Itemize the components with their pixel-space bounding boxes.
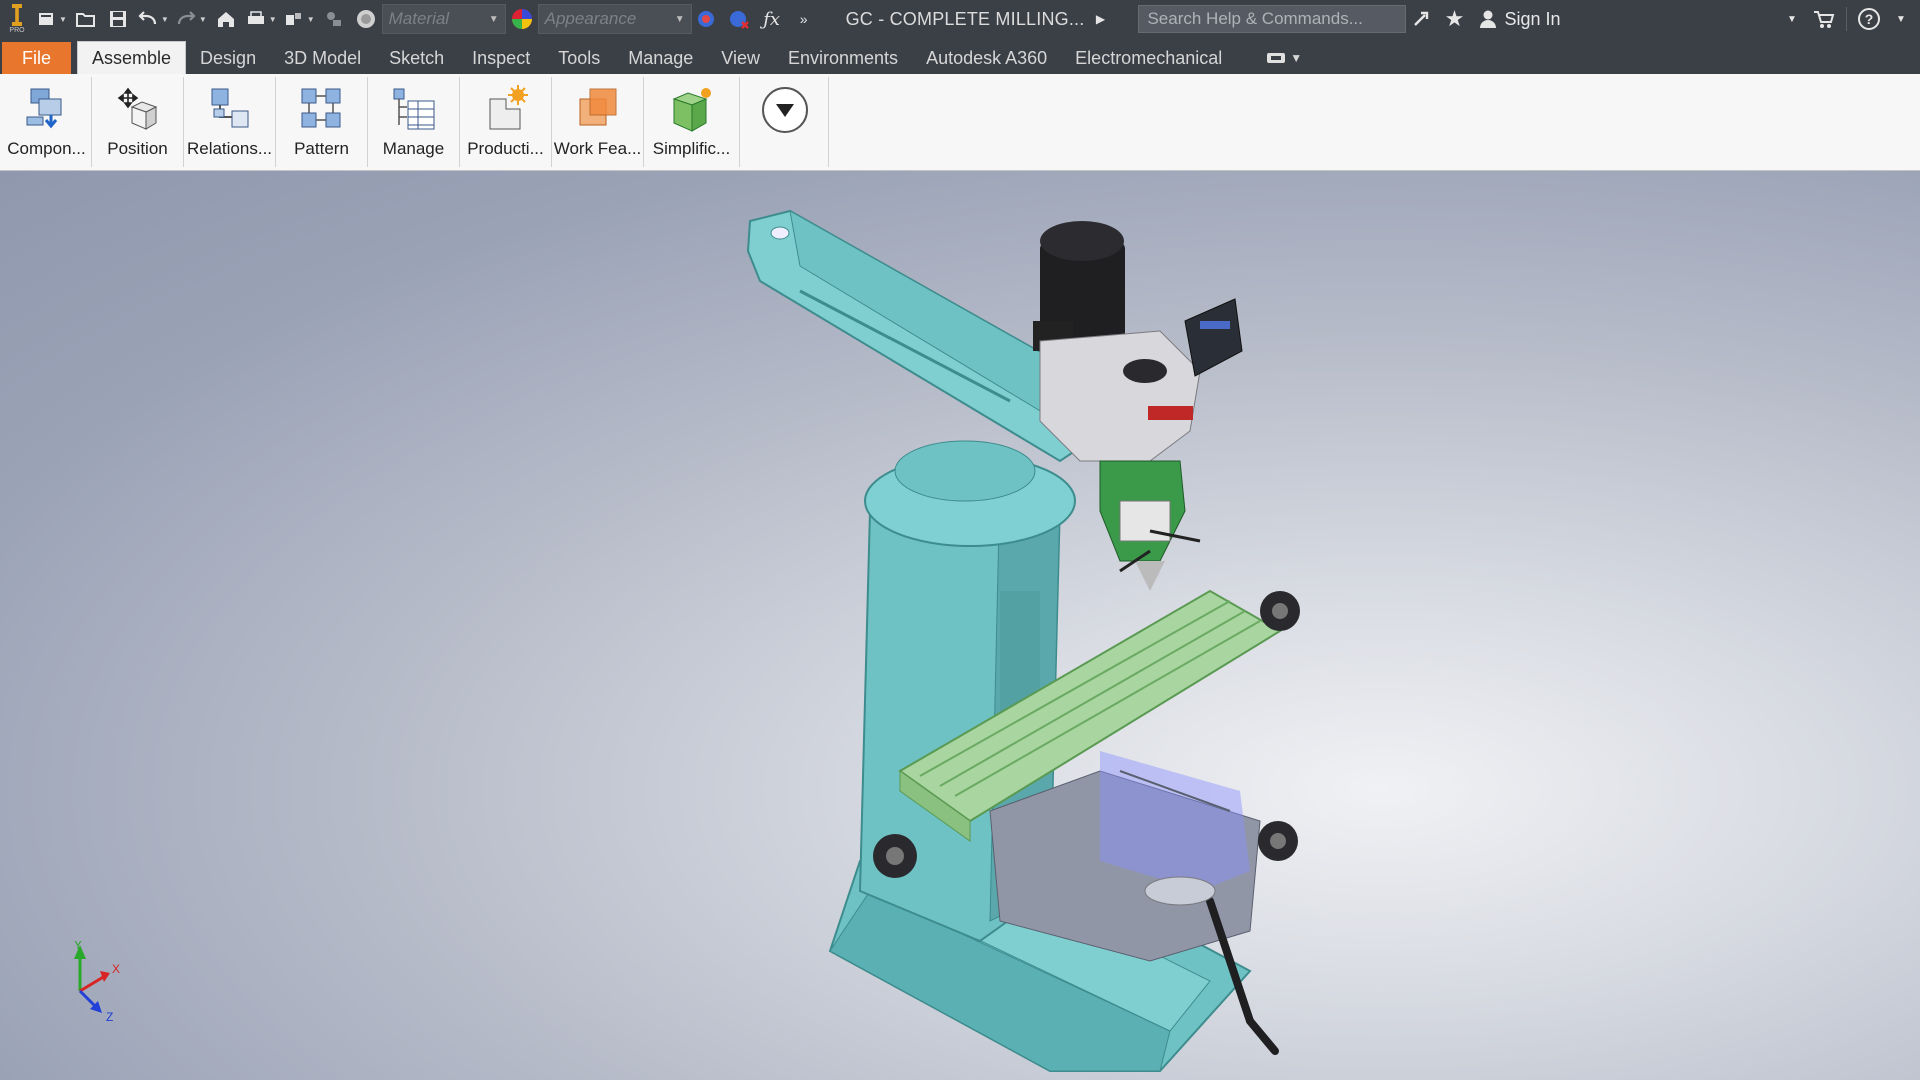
ribbon-toggle-icon (1267, 53, 1286, 63)
productivity-button[interactable]: Producti... (460, 77, 552, 167)
tab-3d-model[interactable]: 3D Model (270, 42, 375, 74)
tab-environments[interactable]: Environments (774, 42, 912, 74)
tab-assemble[interactable]: Assemble (77, 41, 187, 74)
redo-icon[interactable]: ▼ (175, 5, 207, 33)
component-button[interactable]: Compon... (2, 77, 92, 167)
tab-view[interactable]: View (707, 42, 774, 74)
undo-icon[interactable]: ▼ (137, 5, 169, 33)
subscription-icon[interactable] (1409, 5, 1435, 33)
cart-icon[interactable] (1811, 5, 1837, 33)
relationships-button[interactable]: Relations... (184, 77, 276, 167)
work-features-icon (574, 83, 622, 135)
simplification-icon (668, 83, 716, 135)
user-icon (1480, 10, 1497, 28)
title-separator (1846, 7, 1847, 31)
manage-icon (390, 83, 438, 135)
clear-appearance-icon[interactable] (727, 5, 753, 33)
triad-z-label: Z (106, 1010, 113, 1024)
expand-down-icon (762, 87, 808, 133)
triad-x-label: X (112, 962, 120, 976)
app-logo-icon[interactable]: PRO (0, 0, 34, 38)
work-features-button[interactable]: Work Fea... (552, 77, 644, 167)
search-input[interactable]: Search Help & Commands... (1138, 5, 1407, 33)
ribbon-display-toggle[interactable]: ▼ (1266, 42, 1302, 74)
position-button[interactable]: Position (92, 77, 184, 167)
tab-inspect[interactable]: Inspect (458, 42, 544, 74)
component-icon (23, 83, 71, 135)
tab-manage[interactable]: Manage (614, 42, 707, 74)
document-title: GC - COMPLETE MILLING... (845, 8, 1085, 29)
milling-machine-model[interactable] (0, 171, 1920, 1080)
pattern-icon (298, 83, 346, 135)
view-triad[interactable]: Y X Z (60, 941, 140, 1031)
adjust-appearance-icon[interactable] (695, 5, 721, 33)
productivity-icon (482, 83, 530, 135)
material-dropdown[interactable]: Material ▼ (381, 4, 506, 34)
tab-electromechanical[interactable]: Electromechanical (1061, 42, 1236, 74)
title-bar: PRO ▼ ▼ ▼ ▼ ▼ Material ▼ Appearance ▼ ƒx… (0, 0, 1920, 38)
help-dropdown-icon[interactable]: ▼ (1888, 5, 1914, 33)
ribbon-panel: Compon... Position Relations... Pattern … (0, 74, 1920, 171)
home-icon[interactable] (213, 5, 239, 33)
ribbon-toggle-caret-icon: ▼ (1290, 51, 1303, 65)
print-icon[interactable]: ▼ (245, 5, 277, 33)
open-file-icon[interactable] (73, 5, 99, 33)
position-icon (114, 83, 162, 135)
manage-button[interactable]: Manage (368, 77, 460, 167)
tab-design[interactable]: Design (186, 42, 270, 74)
material-sphere-icon[interactable] (353, 5, 379, 33)
svg-text:?: ? (1865, 11, 1874, 27)
tab-tools[interactable]: Tools (544, 42, 614, 74)
ribbon-tabs: File Assemble Design 3D Model Sketch Ins… (0, 38, 1920, 74)
tab-sketch[interactable]: Sketch (375, 42, 458, 74)
title-arrow-icon[interactable]: ▶ (1087, 5, 1113, 33)
simplification-button[interactable]: Simplific... (644, 77, 740, 167)
help-icon[interactable]: ? (1856, 5, 1882, 33)
relationships-icon (206, 83, 254, 135)
tab-file[interactable]: File (2, 42, 72, 74)
overflow-chevron-icon[interactable]: » (791, 5, 817, 33)
tab-autodesk-a360[interactable]: Autodesk A360 (912, 42, 1061, 74)
graphics-viewport[interactable]: Y X Z (0, 171, 1920, 1080)
pattern-button[interactable]: Pattern (276, 77, 368, 167)
sign-in-dropdown-icon[interactable]: ▼ (1779, 5, 1805, 33)
select-other-icon[interactable] (321, 5, 347, 33)
favorites-star-icon[interactable]: ★ (1441, 5, 1467, 33)
appearance-sphere-icon[interactable] (509, 5, 535, 33)
select-filter-icon[interactable]: ▼ (283, 5, 315, 33)
sign-in-button[interactable]: Sign In (1478, 9, 1561, 30)
parameters-fx-icon[interactable]: ƒx (759, 5, 785, 33)
ribbon-expand-button[interactable] (742, 77, 829, 167)
save-icon[interactable] (105, 5, 131, 33)
triad-y-label: Y (74, 941, 82, 952)
new-file-icon[interactable]: ▼ (37, 5, 67, 33)
appearance-dropdown[interactable]: Appearance ▼ (537, 4, 692, 34)
